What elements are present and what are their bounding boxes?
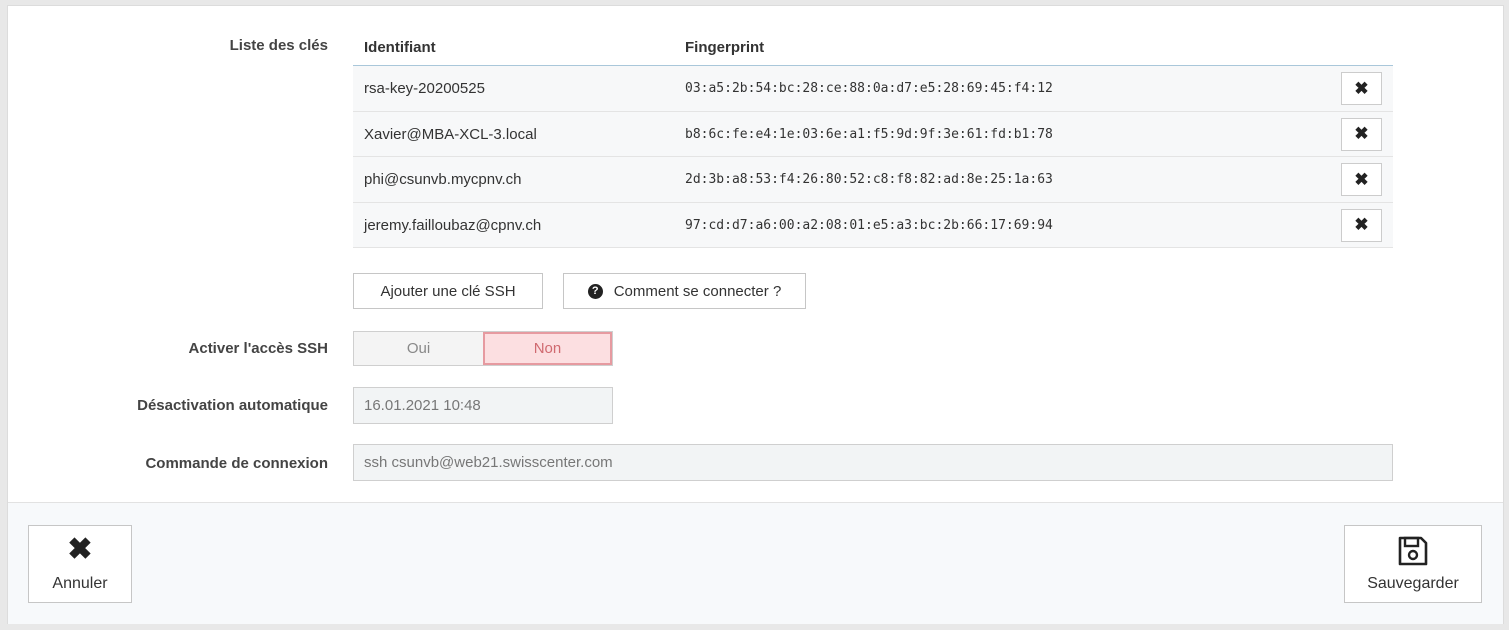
add-ssh-key-button[interactable]: Ajouter une clé SSH: [353, 273, 543, 309]
keys-table-header: Identifiant Fingerprint: [353, 30, 1393, 66]
delete-key-button[interactable]: ✖: [1341, 208, 1382, 242]
ssh-access-toggle: Oui Non: [353, 331, 613, 366]
key-identifier: Xavier@MBA-XCL-3.local: [364, 125, 537, 143]
key-identifier: phi@csunvb.mycpnv.ch: [364, 171, 522, 188]
connect-command-label: Commande de connexion: [145, 455, 328, 472]
connect-command-field[interactable]: ssh csunvb@web21.swisscenter.com: [353, 444, 1393, 481]
keys-list-label: Liste des clés: [229, 37, 328, 54]
save-button[interactable]: Sauvegarder: [1344, 525, 1482, 603]
table-row: rsa-key-20200525 03:a5:2b:54:bc:28:ce:88…: [353, 66, 1393, 112]
ssh-access-no-option[interactable]: Non: [482, 332, 612, 365]
delete-key-button[interactable]: ✖: [1341, 163, 1382, 196]
floppy-disk-icon: [1397, 535, 1429, 567]
column-fingerprint: Fingerprint: [685, 39, 765, 56]
close-icon: ✖: [1354, 169, 1369, 189]
key-fingerprint: 03:a5:2b:54:bc:28:ce:88:0a:d7:e5:28:69:4…: [685, 81, 1053, 96]
ssh-settings-panel: Liste des clés Identifiant Fingerprint r…: [7, 5, 1504, 624]
key-identifier: rsa-key-20200525: [364, 80, 485, 97]
cancel-button[interactable]: ✖ Annuler: [28, 525, 132, 603]
delete-key-button[interactable]: ✖: [1341, 117, 1382, 151]
auto-disable-label: Désactivation automatique: [137, 397, 328, 414]
table-row: phi@csunvb.mycpnv.ch 2d:3b:a8:53:f4:26:8…: [353, 157, 1393, 203]
key-identifier: jeremy.failloubaz@cpnv.ch: [364, 216, 542, 234]
ssh-access-yes-option[interactable]: Oui: [354, 332, 483, 365]
keys-table: Identifiant Fingerprint rsa-key-20200525…: [353, 30, 1393, 248]
ssh-access-label: Activer l'accès SSH: [188, 340, 328, 357]
save-label: Sauvegarder: [1367, 575, 1459, 592]
close-icon: ✖: [67, 533, 93, 566]
delete-key-button[interactable]: ✖: [1341, 72, 1382, 105]
key-fingerprint: 2d:3b:a8:53:f4:26:80:52:c8:f8:82:ad:8e:2…: [685, 172, 1053, 187]
how-to-connect-label: Comment se connecter ?: [613, 282, 782, 300]
column-identifier: Identifiant: [364, 39, 436, 56]
close-icon: ✖: [1354, 124, 1369, 143]
how-to-connect-button[interactable]: ? Comment se connecter ?: [563, 273, 806, 309]
keys-table-body: rsa-key-20200525 03:a5:2b:54:bc:28:ce:88…: [353, 66, 1393, 248]
table-row: Xavier@MBA-XCL-3.local b8:6c:fe:e4:1e:03…: [353, 111, 1393, 157]
cancel-label: Annuler: [52, 575, 108, 592]
add-ssh-key-label: Ajouter une clé SSH: [380, 282, 516, 300]
close-icon: ✖: [1354, 78, 1369, 98]
table-row: jeremy.failloubaz@cpnv.ch 97:cd:d7:a6:00…: [353, 202, 1393, 248]
auto-disable-field[interactable]: 16.01.2021 10:48: [353, 387, 613, 424]
key-fingerprint: b8:6c:fe:e4:1e:03:6e:a1:f5:9d:9f:3e:61:f…: [685, 126, 1053, 142]
key-fingerprint: 97:cd:d7:a6:00:a2:08:01:e5:a3:bc:2b:66:1…: [685, 217, 1053, 233]
close-icon: ✖: [1354, 215, 1369, 234]
question-circle-icon: ?: [587, 283, 603, 299]
form-footer: ✖ Annuler Sauvegarder: [8, 502, 1503, 624]
